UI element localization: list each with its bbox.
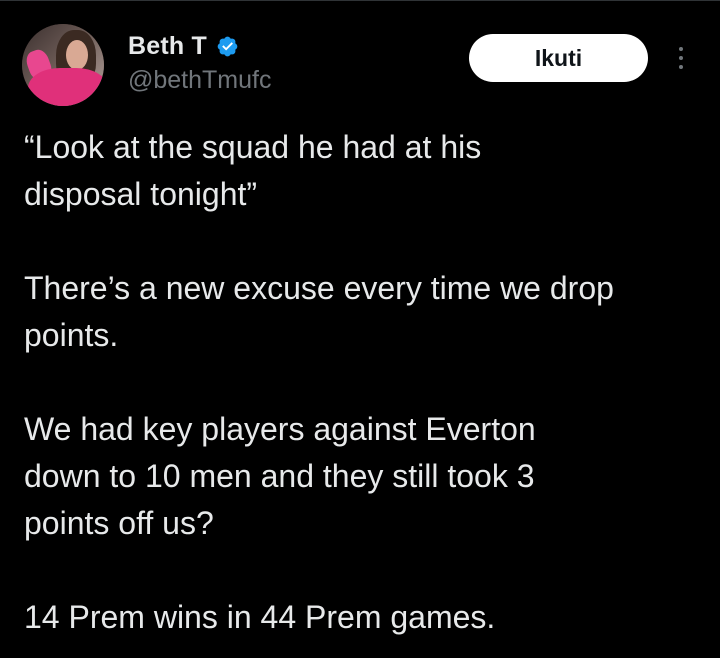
tweet-line: “Look at the squad he had at his bbox=[24, 129, 482, 165]
author-name-row[interactable]: Beth T bbox=[128, 30, 239, 62]
author-display-name[interactable]: Beth T bbox=[128, 32, 207, 61]
tweet-line: There’s a new excuse every time we drop bbox=[24, 270, 614, 306]
avatar-jacket bbox=[28, 68, 104, 106]
verified-badge-icon bbox=[216, 35, 239, 58]
tweet-line: points. bbox=[24, 317, 119, 353]
tweet-line: We had key players against Everton bbox=[24, 411, 536, 447]
tweet-text: “Look at the squad he had at his disposa… bbox=[24, 124, 714, 641]
more-vertical-icon[interactable] bbox=[671, 42, 691, 74]
author-handle[interactable]: @bethTmufc bbox=[128, 66, 271, 95]
tweet-line: down to 10 men and they still took 3 bbox=[24, 458, 535, 494]
avatar[interactable] bbox=[22, 24, 104, 106]
tweet-line: 14 Prem wins in 44 Prem games. bbox=[24, 599, 496, 635]
tweet-line: disposal tonight” bbox=[24, 176, 258, 212]
avatar-face bbox=[66, 40, 88, 70]
tweet-line: points off us? bbox=[24, 505, 214, 541]
follow-button[interactable]: Ikuti bbox=[469, 34, 648, 82]
top-divider bbox=[0, 0, 720, 1]
